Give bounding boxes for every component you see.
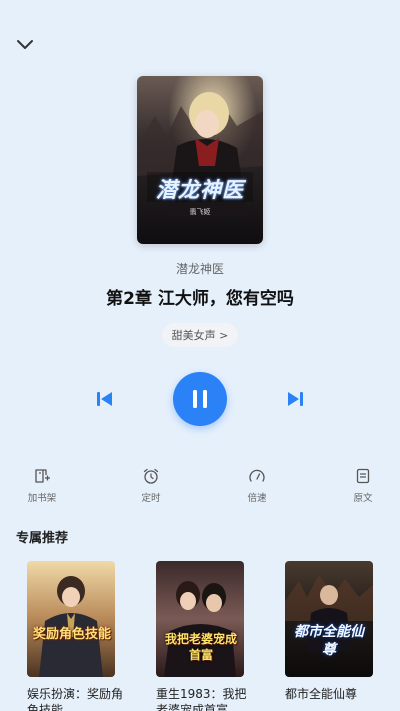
recommend-section-title: 专属推荐 xyxy=(16,531,69,546)
recommend-title: 重生1983：我把老婆宠成首富 xyxy=(156,687,247,711)
book-name: 潜龙神医 xyxy=(175,262,224,276)
recommend-cover-text: 我把老婆宠成首富 xyxy=(164,632,237,662)
voice-label: 甜美女声 > xyxy=(171,329,229,342)
skip-previous-icon xyxy=(97,392,112,406)
book-cover: 潜龙神医 翡飞姬 xyxy=(137,76,263,244)
pause-button[interactable] xyxy=(173,372,227,426)
chevron-down-icon xyxy=(17,40,33,49)
recommend-title: 娱乐扮演：奖励角色技能 xyxy=(27,687,123,711)
cover-author-text: 翡飞姬 xyxy=(189,208,211,216)
collapse-button[interactable] xyxy=(12,32,38,56)
tool-label-bookshelf: 加书架 xyxy=(27,493,57,504)
timer-button[interactable]: 定时 xyxy=(121,467,181,504)
pause-icon xyxy=(193,390,207,408)
next-chapter-button[interactable] xyxy=(284,389,306,409)
recommend-item[interactable]: 都市全能仙尊 都市全能仙尊 xyxy=(285,561,375,711)
previous-chapter-button[interactable] xyxy=(94,389,116,409)
document-icon xyxy=(356,468,370,484)
voice-select-button[interactable]: 甜美女声 > xyxy=(162,323,238,347)
recommend-item[interactable]: 奖励角色技能 娱乐扮演：奖励角色技能 xyxy=(27,561,123,711)
recommend-item[interactable]: 我把老婆宠成首富 重生1983：我把老婆宠成首富 xyxy=(156,561,247,711)
recommend-cover: 我把老婆宠成首富 xyxy=(156,561,244,677)
skip-next-icon xyxy=(288,392,303,406)
add-bookshelf-button[interactable]: 加书架 xyxy=(12,467,72,504)
alarm-clock-icon xyxy=(143,468,159,484)
cover-title-text: 潜龙神医 xyxy=(156,178,244,202)
recommend-cover: 都市全能仙尊 xyxy=(285,561,373,677)
add-bookshelf-icon xyxy=(35,469,50,483)
speed-button[interactable]: 倍速 xyxy=(227,467,287,504)
tool-label-speed: 倍速 xyxy=(247,493,267,504)
tool-label-timer: 定时 xyxy=(141,493,161,504)
chapter-title: 第2章 江大师，您有空吗 xyxy=(106,289,294,309)
original-text-button[interactable]: 原文 xyxy=(333,467,393,504)
tool-bar: 加书架 定时 倍速 原文 xyxy=(0,467,400,507)
recommend-cover-text: 奖励角色技能 xyxy=(32,627,111,642)
recommend-cover: 奖励角色技能 xyxy=(27,561,115,677)
recommend-cover-text: 都市全能仙尊 xyxy=(294,624,364,658)
recommend-title: 都市全能仙尊 xyxy=(285,687,358,701)
speedometer-icon xyxy=(249,469,265,482)
tool-label-original: 原文 xyxy=(353,493,373,504)
